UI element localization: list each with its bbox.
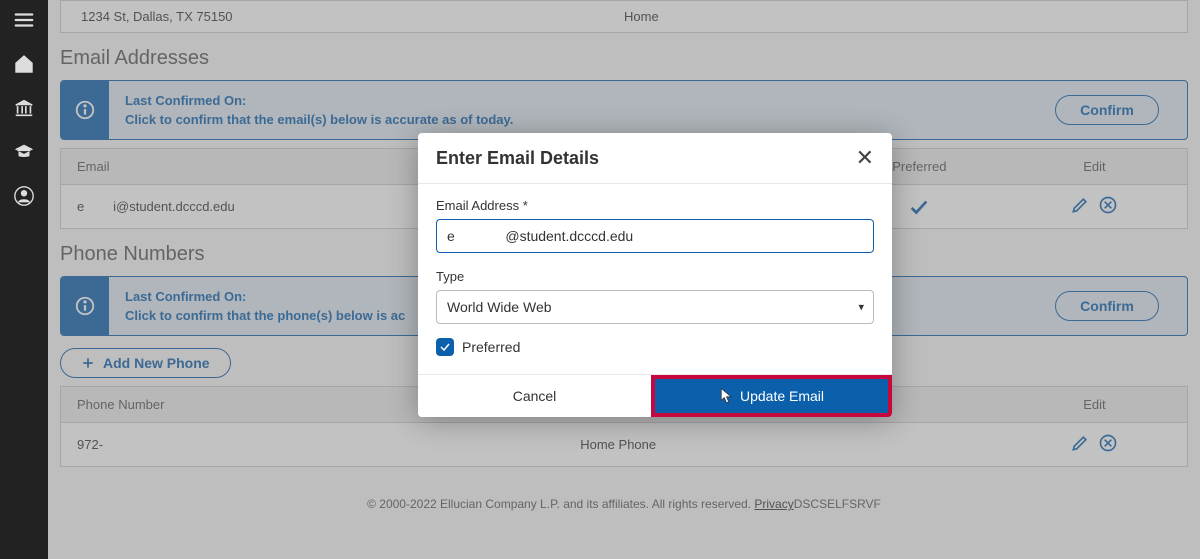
update-email-button[interactable]: Update Email	[655, 379, 888, 413]
type-field-label: Type	[436, 269, 874, 284]
institution-icon[interactable]	[12, 96, 36, 120]
modal-title: Enter Email Details	[436, 148, 599, 169]
left-nav	[0, 0, 48, 559]
email-details-modal: Enter Email Details ✕ Email Address * Ty…	[418, 133, 892, 417]
cancel-button[interactable]: Cancel	[418, 375, 651, 417]
graduation-icon[interactable]	[12, 140, 36, 164]
home-icon[interactable]	[12, 52, 36, 76]
type-select[interactable]: World Wide Web	[436, 290, 874, 324]
user-icon[interactable]	[12, 184, 36, 208]
close-icon[interactable]: ✕	[856, 147, 874, 169]
preferred-checkbox[interactable]	[436, 338, 454, 356]
email-field[interactable]	[436, 219, 874, 253]
menu-icon[interactable]	[12, 8, 36, 32]
email-field-label: Email Address *	[436, 198, 874, 213]
preferred-label: Preferred	[462, 339, 520, 355]
update-email-label: Update Email	[740, 388, 824, 404]
update-button-highlight: Update Email	[651, 375, 892, 417]
cursor-icon	[719, 387, 734, 405]
main-content: 1234 St, Dallas, TX 75150 Home Email Add…	[48, 0, 1200, 559]
